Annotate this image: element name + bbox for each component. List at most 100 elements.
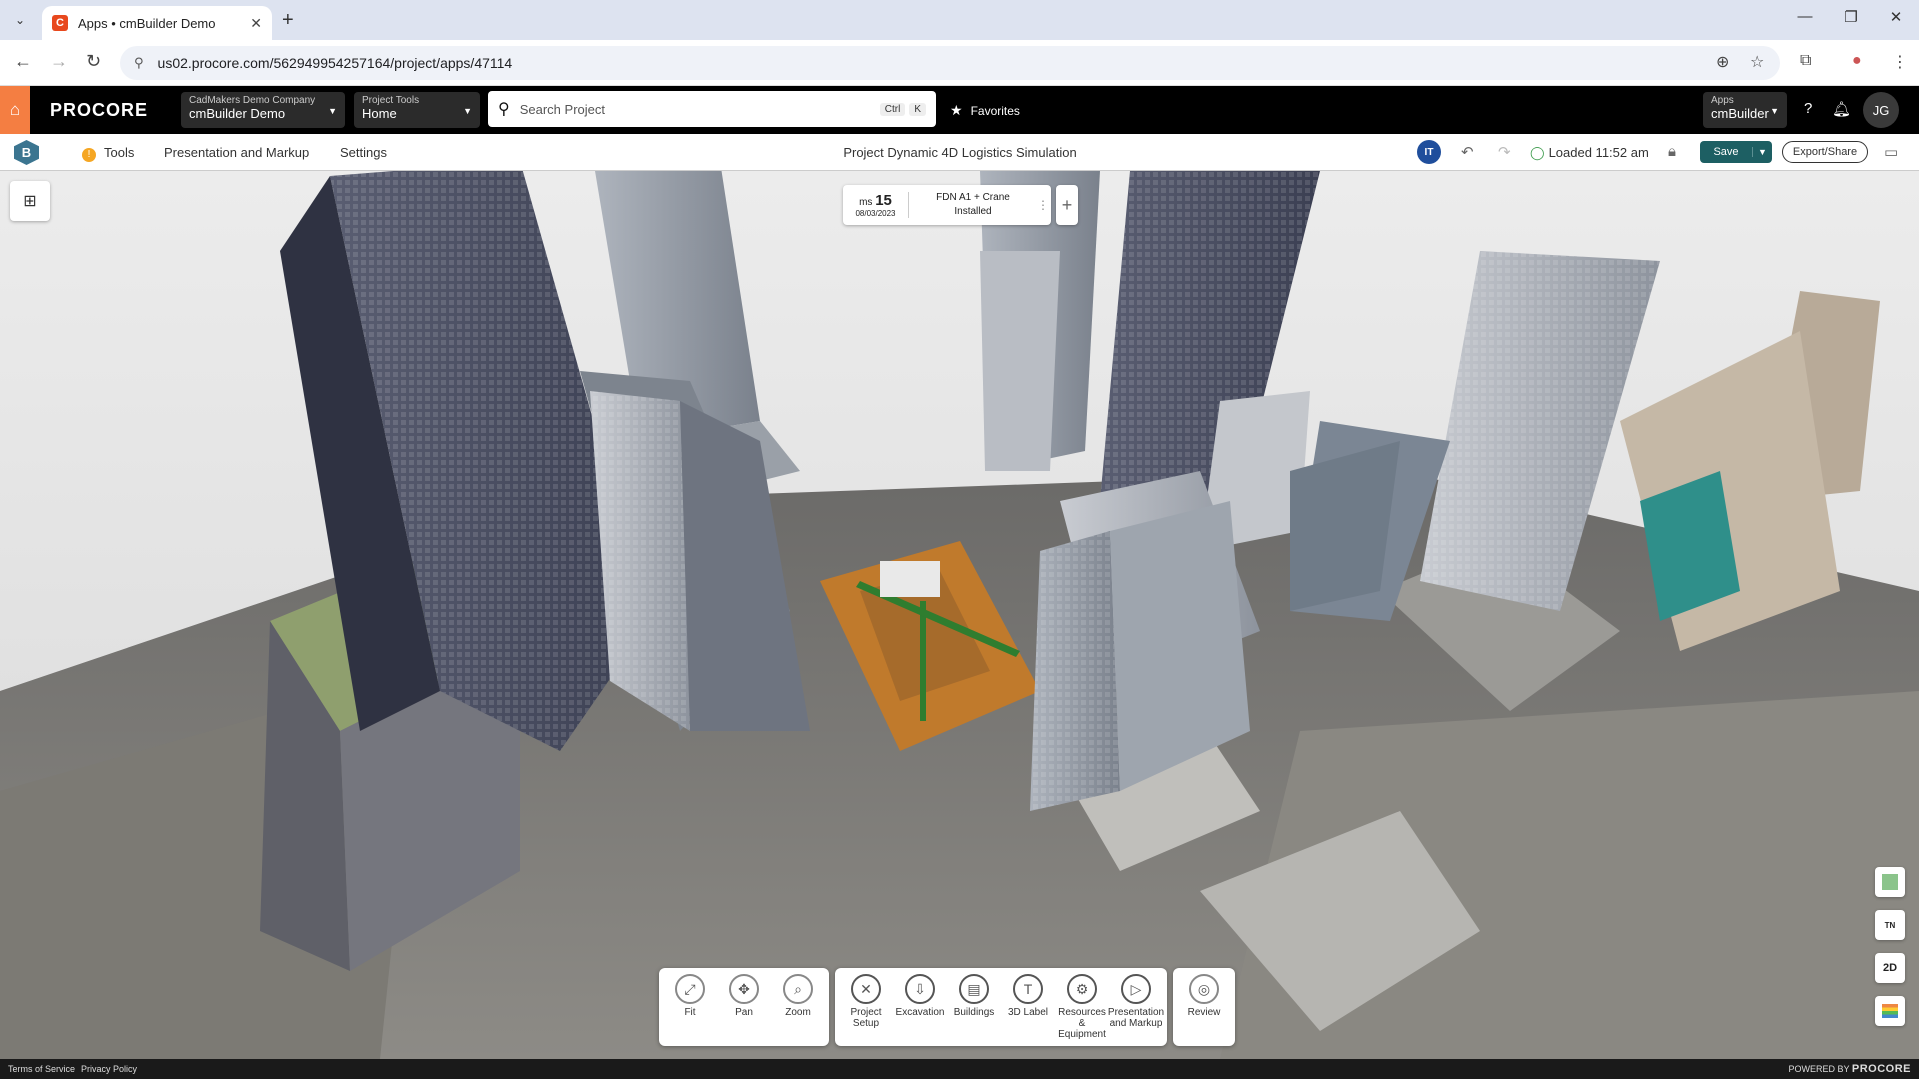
url-field[interactable]: ⚲ us02.procore.com/562949954257164/proje… [120, 46, 1780, 80]
menu-tools[interactable]: ! Tools [82, 145, 134, 162]
project-title: Project Dynamic 4D Logistics Simulation [843, 145, 1077, 160]
bookmark-star-icon[interactable]: ☆ [1750, 52, 1764, 72]
extensions-icon[interactable]: ⧉ [1800, 52, 1811, 70]
company-label: CadMakers Demo Company [189, 95, 316, 106]
milestone-card[interactable]: ms 15 08/03/2023 FDN A1 + Crane Installe… [843, 185, 1051, 225]
forward-icon[interactable]: → [50, 51, 68, 72]
comment-icon[interactable]: ▭ [1884, 143, 1898, 161]
zoom-label: Zoom [785, 1007, 811, 1018]
resources-label: Resources & [1058, 1007, 1106, 1029]
city-scene[interactable] [0, 171, 1919, 1059]
presentation-markup-button[interactable]: ▷ Presentation and Markup [1108, 974, 1164, 1040]
chrome-menu-icon[interactable]: ⋮ [1892, 52, 1908, 72]
powered-by-label: POWERED BY [1788, 1064, 1850, 1074]
home-icon[interactable]: ⌂ [0, 86, 30, 134]
reload-icon[interactable]: ↻ [86, 51, 101, 72]
close-tab-icon[interactable]: ✕ [250, 15, 262, 32]
search-project-input[interactable]: ⚲ Search Project Ctrl K [488, 91, 936, 127]
favorites-label: Favorites [970, 104, 1020, 118]
export-share-button[interactable]: Export/Share [1782, 141, 1868, 163]
user-badge[interactable]: IT [1417, 140, 1441, 164]
review-button[interactable]: ◎ Review [1177, 974, 1231, 1040]
star-icon: ★ [950, 102, 963, 118]
3d-label-button[interactable]: T 3D Label [1001, 974, 1055, 1040]
zoom-button[interactable]: ⌕ Zoom [771, 974, 825, 1040]
milestone-date: 08/03/2023 [855, 209, 896, 218]
chevron-down-icon: ▼ [463, 106, 472, 116]
url-text: us02.procore.com/562949954257164/project… [157, 55, 513, 71]
menu-settings[interactable]: Settings [340, 145, 387, 160]
chevron-down-icon[interactable]: ▼ [1752, 147, 1772, 157]
map-layer-icon[interactable] [1875, 867, 1905, 897]
shortcut-k: K [909, 102, 926, 116]
check-circle-icon: ◯ [1530, 145, 1545, 160]
procore-header: ⌂ PROCORE CadMakers Demo Company cmBuild… [0, 86, 1919, 134]
excavation-button[interactable]: ⇩ Excavation [893, 974, 947, 1040]
warning-icon: ! [82, 148, 96, 162]
menu-presentation[interactable]: Presentation and Markup [164, 145, 309, 160]
company-selector[interactable]: CadMakers Demo Company cmBuilder Demo ▼ [181, 92, 345, 128]
main-tool-group: ✕ Project Setup ⇩ Excavation ▤ Buildings… [835, 968, 1167, 1046]
bottom-toolbar: ⤢ Fit ✥ Pan ⌕ Zoom ✕ Project Setup ⇩ Exc… [659, 968, 1235, 1046]
site-info-icon[interactable]: ⚲ [134, 55, 144, 71]
milestone-prefix: ms [859, 197, 873, 208]
presentation-label2: and Markup [1109, 1018, 1163, 1029]
avatar[interactable]: JG [1863, 92, 1899, 128]
milestone-description: FDN A1 + Crane Installed [909, 191, 1037, 219]
close-window-icon[interactable]: ✕ [1873, 8, 1919, 26]
menu-tools-label: Tools [104, 145, 135, 160]
minimize-icon[interactable]: — [1782, 8, 1828, 25]
redo-icon[interactable]: ↷ [1498, 143, 1511, 161]
bell-icon[interactable]: 🔔︎ [1832, 100, 1851, 118]
3d-viewport[interactable]: ⊞ ms 15 08/03/2023 FDN A1 + Crane Instal… [0, 171, 1919, 1059]
resources-label2: Equipment [1058, 1029, 1106, 1040]
zoom-page-icon[interactable]: ⊕ [1716, 52, 1729, 72]
footer: Terms of Service Privacy Policy POWERED … [0, 1059, 1919, 1079]
pan-icon: ✥ [729, 974, 759, 1004]
buildings-button[interactable]: ▤ Buildings [947, 974, 1001, 1040]
apps-selector[interactable]: Apps cmBuilder ▼ [1703, 92, 1787, 128]
company-value: cmBuilder Demo [189, 106, 286, 121]
chevron-down-icon: ▼ [328, 106, 337, 116]
favorites-button[interactable]: ★ Favorites [950, 102, 1020, 119]
help-icon[interactable]: ? [1804, 100, 1812, 117]
resources-icon: ⚙ [1067, 974, 1097, 1004]
terms-link[interactable]: Terms of Service [8, 1064, 75, 1074]
milestone-line1: FDN A1 + Crane [936, 192, 1010, 203]
loaded-text: Loaded 11:52 am [1548, 145, 1649, 160]
project-tools-value: Home [362, 106, 397, 121]
back-icon[interactable]: ← [14, 51, 32, 72]
browser-tab[interactable]: C Apps • cmBuilder Demo ✕ [42, 6, 272, 40]
excavation-label: Excavation [895, 1007, 945, 1018]
milestone-number: ms 15 08/03/2023 [843, 192, 909, 218]
cmbuilder-logo[interactable]: B [14, 140, 39, 165]
undo-icon[interactable]: ↶ [1461, 143, 1474, 161]
fit-label: Fit [684, 1007, 696, 1018]
side-toolbar: TN 2D [1875, 867, 1905, 1039]
profile-icon[interactable]: ● [1852, 52, 1862, 70]
2d-toggle-button[interactable]: 2D [1875, 953, 1905, 983]
lock-icon[interactable]: 🔒︎ [1668, 143, 1676, 160]
search-placeholder: Search Project [519, 101, 605, 117]
add-milestone-icon[interactable]: + [1056, 185, 1078, 225]
pan-button[interactable]: ✥ Pan [717, 974, 771, 1040]
new-tab-icon[interactable]: + [282, 9, 294, 32]
privacy-link[interactable]: Privacy Policy [81, 1064, 137, 1074]
address-bar: ← → ↻ ⚲ us02.procore.com/562949954257164… [0, 40, 1919, 86]
resources-equipment-button[interactable]: ⚙ Resources & Equipment [1055, 974, 1109, 1040]
fit-icon: ⤢ [675, 974, 705, 1004]
milestone-line2: Installed [954, 206, 992, 217]
north-arrow-icon[interactable]: TN [1875, 910, 1905, 940]
north-label: TN [1884, 920, 1896, 930]
project-setup-label2: Setup [852, 1018, 880, 1029]
project-setup-button[interactable]: ✕ Project Setup [839, 974, 893, 1040]
tab-search-icon[interactable]: ⌄ [8, 8, 32, 32]
milestone-menu-icon[interactable]: ⋮ [1037, 198, 1051, 212]
model-tree-icon[interactable]: ⊞ [10, 181, 50, 221]
fit-button[interactable]: ⤢ Fit [663, 974, 717, 1040]
project-tools-selector[interactable]: Project Tools Home ▼ [354, 92, 480, 128]
color-legend-icon[interactable] [1875, 996, 1905, 1026]
save-button[interactable]: Save ▼ [1700, 141, 1772, 163]
restore-icon[interactable]: ❐ [1828, 8, 1874, 26]
procore-favicon-icon: C [52, 15, 68, 31]
